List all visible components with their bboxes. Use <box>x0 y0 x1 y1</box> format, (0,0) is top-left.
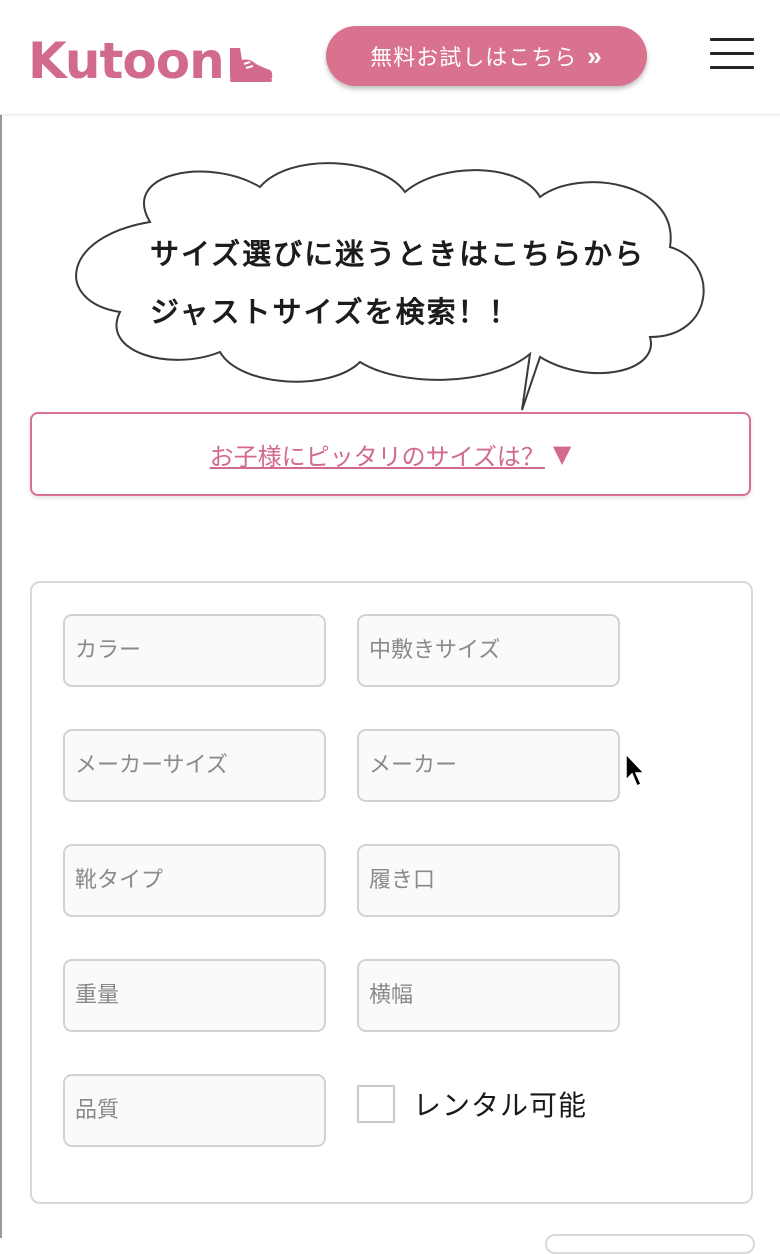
page-left-border <box>0 0 2 1238</box>
bubble-text: サイズ選びに迷うときはこちらから ジャストサイズを検索！！ <box>150 225 710 341</box>
width-field[interactable] <box>357 959 620 1032</box>
rental-option[interactable]: レンタル可能 <box>357 1084 587 1124</box>
maker-field[interactable] <box>357 729 620 802</box>
kids-size-link-box[interactable]: お子様にピッタリのサイズは？ ▼ <box>30 412 751 496</box>
kutoon-logo[interactable]: Kutoon <box>28 30 274 86</box>
next-section-box <box>545 1234 755 1254</box>
kids-size-link[interactable]: お子様にピッタリのサイズは？ <box>210 437 545 472</box>
free-trial-button[interactable]: 無料お試しはこちら » <box>326 26 647 86</box>
weight-field[interactable] <box>63 959 326 1032</box>
shoe-type-field[interactable] <box>63 844 326 917</box>
triangle-down-icon: ▼ <box>552 440 572 468</box>
bubble-line-2: ジャストサイズを検索！！ <box>150 295 520 329</box>
site-header: Kutoon 無料お試しはこちら » <box>0 0 780 115</box>
insole-size-field[interactable] <box>357 614 620 687</box>
double-chevron-right-icon: » <box>587 40 603 71</box>
bubble-line-1: サイズ選びに迷うときはこちらから <box>150 237 646 271</box>
shoe-icon <box>229 48 272 82</box>
opening-field[interactable] <box>357 844 620 917</box>
hamburger-menu-icon[interactable] <box>710 38 754 74</box>
free-trial-button-label: 無料お試しはこちら <box>370 45 578 70</box>
rental-checkbox[interactable] <box>357 1085 395 1123</box>
color-field[interactable] <box>63 614 326 687</box>
quality-field[interactable] <box>63 1074 326 1147</box>
logo-text: Kutoon <box>28 32 225 90</box>
maker-size-field[interactable] <box>63 729 326 802</box>
rental-label: レンタル可能 <box>413 1089 588 1122</box>
mouse-cursor-icon <box>625 752 646 788</box>
